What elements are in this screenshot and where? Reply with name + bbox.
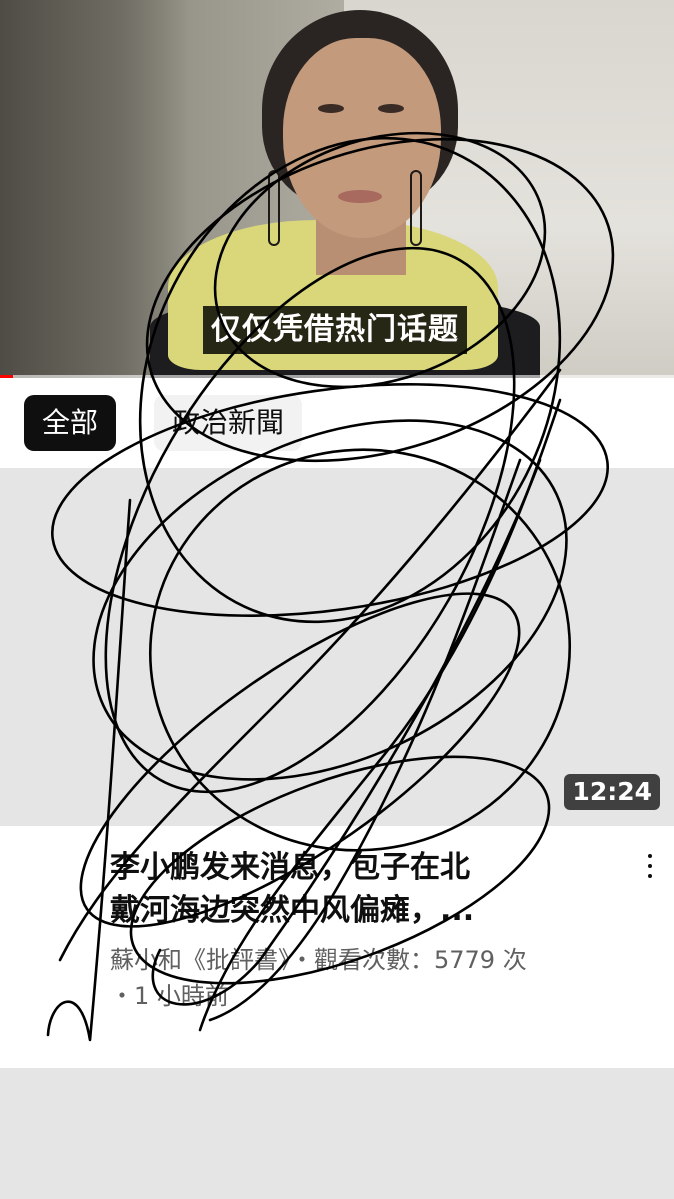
chip-all[interactable]: 全部 xyxy=(24,395,117,451)
presenter-lips xyxy=(338,190,382,203)
chip-political-news[interactable]: 政治新聞 xyxy=(154,395,303,451)
next-video-thumbnail[interactable] xyxy=(0,1068,674,1199)
video-subtitle: 仅仅凭借热门话题 xyxy=(203,306,467,354)
presenter-earring xyxy=(268,170,280,246)
video-thumbnail[interactable]: 12:24 xyxy=(0,468,674,826)
presenter-earring xyxy=(410,170,422,246)
filter-chip-bar: 全部 政治新聞 xyxy=(0,378,674,468)
upload-time: ・1 小時前 xyxy=(110,982,229,1010)
video-title-line: 戴河海边突然中风偏瘫，... xyxy=(110,893,475,928)
channel-and-views: 蘇小和《批評書》・觀看次數：5779 次 xyxy=(110,946,527,974)
video-metadata: 蘇小和《批評書》・觀看次數：5779 次 ・1 小時前 xyxy=(110,942,630,1014)
duration-badge: 12:24 xyxy=(564,774,660,810)
presenter-eye xyxy=(318,104,344,113)
presenter-eye xyxy=(378,104,404,113)
more-vert-icon[interactable] xyxy=(630,846,670,886)
video-title[interactable]: 李小鹏发来消息，包子在北 戴河海边突然中风偏瘫，... xyxy=(110,846,610,932)
video-player[interactable]: 仅仅凭借热门话题 xyxy=(0,0,674,378)
video-title-line: 李小鹏发来消息，包子在北 xyxy=(110,850,470,885)
